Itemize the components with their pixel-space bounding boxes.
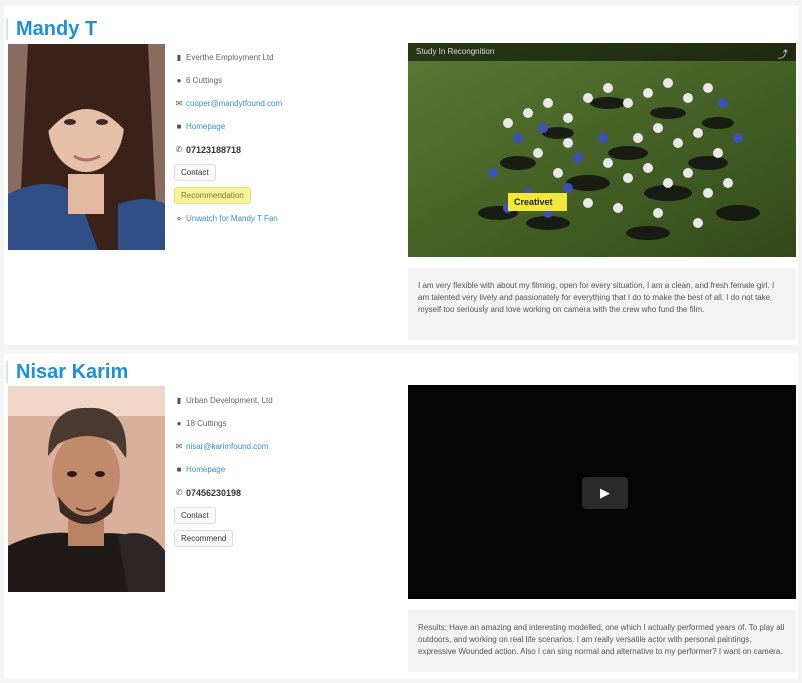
video-thumbnail-image — [408, 43, 796, 257]
profile-description: Results: Have an amazing and interesting… — [408, 610, 796, 672]
extra-link-row[interactable]: ⋄ Unwatch for Mandy T Fan — [172, 207, 382, 230]
profile-card-mandy: Mandy T ▮ Everthe Employment Ltd ● 6 Cut… — [4, 6, 798, 345]
user-icon: ● — [176, 76, 182, 85]
video-title-bar: Study In Recongnition — [408, 43, 796, 61]
age-text: 6 Cuttings — [186, 76, 223, 85]
website-row[interactable]: ■ Homepage — [172, 115, 382, 138]
email-row[interactable]: ✉ cooper@mandytfound.com — [172, 92, 382, 115]
profile-details: ▮ Everthe Employment Ltd ● 6 Cuttings ✉ … — [172, 46, 382, 230]
contact-row: Contact — [172, 504, 382, 527]
website-link[interactable]: Homepage — [186, 122, 225, 131]
email-link[interactable]: cooper@mandytfound.com — [186, 99, 282, 108]
profile-name[interactable]: Nisar Karim — [6, 361, 128, 383]
video-title[interactable]: Study In Recongnition — [416, 47, 494, 56]
contact-button[interactable]: Contact — [174, 507, 216, 524]
profile-card-nisar: Nisar Karim ▮ Urban Development, Ltd ● 1… — [4, 353, 798, 679]
extra-link[interactable]: Unwatch for Mandy T Fan — [186, 214, 278, 223]
contact-row: Contact — [172, 161, 382, 184]
portrait-man-image — [8, 386, 165, 592]
age-text: 18 Cuttings — [186, 419, 227, 428]
mail-icon: ✉ — [175, 442, 183, 451]
profile-details: ▮ Urban Development, Ltd ● 18 Cuttings ✉… — [172, 389, 382, 550]
link-icon: ⋄ — [176, 214, 182, 223]
profile-photo[interactable] — [8, 44, 165, 250]
phone-row: ✆ 07123188718 — [172, 138, 382, 161]
agency-row: ▮ Urban Development, Ltd — [172, 389, 382, 412]
profile-description: I am very flexible with about my filming… — [408, 268, 796, 340]
profile-photo[interactable] — [8, 386, 165, 592]
recommend-row: Recommendation — [172, 184, 382, 207]
building-icon: ▮ — [176, 396, 182, 405]
email-row[interactable]: ✉ nisar@karimfound.com — [172, 435, 382, 458]
agency-row: ▮ Everthe Employment Ltd — [172, 46, 382, 69]
recommend-row: Recommend — [172, 527, 382, 550]
phone-number: 07456230198 — [186, 487, 242, 498]
play-icon: ▶ — [600, 485, 610, 500]
video-caption-label: Creativet — [508, 193, 567, 211]
portrait-woman-image — [8, 44, 165, 250]
globe-icon: ■ — [176, 122, 182, 131]
age-row: ● 6 Cuttings — [172, 69, 382, 92]
profile-name[interactable]: Mandy T — [6, 18, 97, 40]
recommend-button[interactable]: Recommendation — [174, 187, 251, 204]
play-button[interactable]: ▶ — [582, 477, 628, 509]
mail-icon: ✉ — [175, 99, 183, 108]
recommend-button[interactable]: Recommend — [174, 530, 234, 547]
phone-number: 07123188718 — [186, 144, 242, 155]
agency-text: Urban Development, Ltd — [186, 396, 273, 405]
phone-row: ✆ 07456230198 — [172, 481, 382, 504]
contact-button[interactable]: Contact — [174, 164, 216, 181]
age-row: ● 18 Cuttings — [172, 412, 382, 435]
video-player[interactable]: ▶ — [408, 385, 796, 599]
globe-icon: ■ — [176, 465, 182, 474]
email-link[interactable]: nisar@karimfound.com — [186, 442, 268, 451]
building-icon: ▮ — [176, 53, 182, 62]
website-row[interactable]: ■ Homepage — [172, 458, 382, 481]
user-icon: ● — [176, 419, 182, 428]
phone-icon: ✆ — [175, 488, 183, 497]
share-icon[interactable]: ⤴ — [778, 46, 788, 61]
agency-text: Everthe Employment Ltd — [186, 53, 274, 62]
phone-icon: ✆ — [175, 145, 183, 154]
video-player[interactable]: Study In Recongnition ⤴ Creativet — [408, 43, 796, 257]
website-link[interactable]: Homepage — [186, 465, 225, 474]
